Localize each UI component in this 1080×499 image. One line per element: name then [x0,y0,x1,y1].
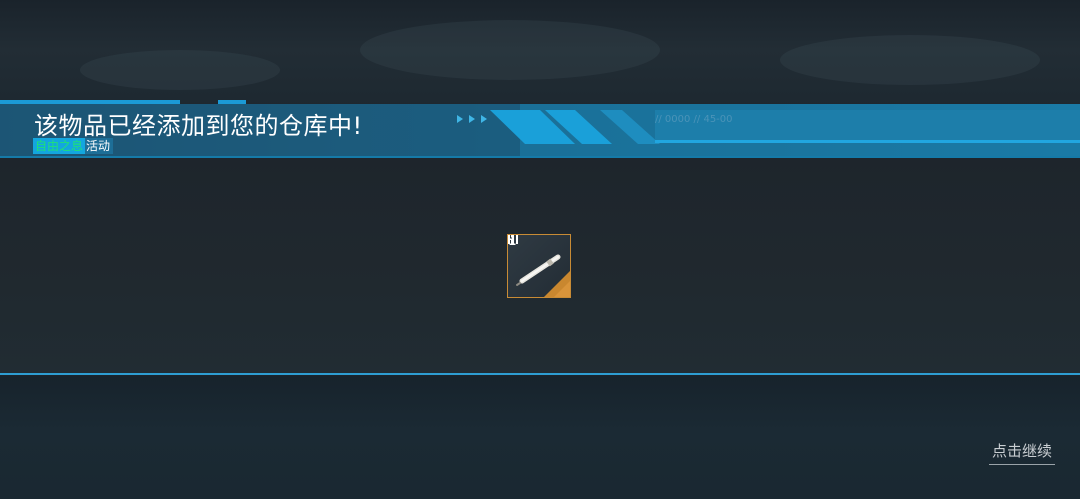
sky-background [0,0,1080,110]
pen-icon [516,254,561,286]
event-tag: 自由之息 活动 [33,138,114,154]
panel-divider [0,373,1080,375]
continue-button[interactable]: 点击继续 [989,440,1055,465]
event-type: 活动 [85,138,114,154]
event-name: 自由之息 [33,138,86,154]
banner-code-text: // 0000 // 45-00 [655,114,733,125]
reward-item-card[interactable] [507,234,571,298]
tier-3-icon [508,235,518,244]
banner-title: 该物品已经添加到您的仓库中! [34,112,363,140]
sea-background [0,376,1080,499]
